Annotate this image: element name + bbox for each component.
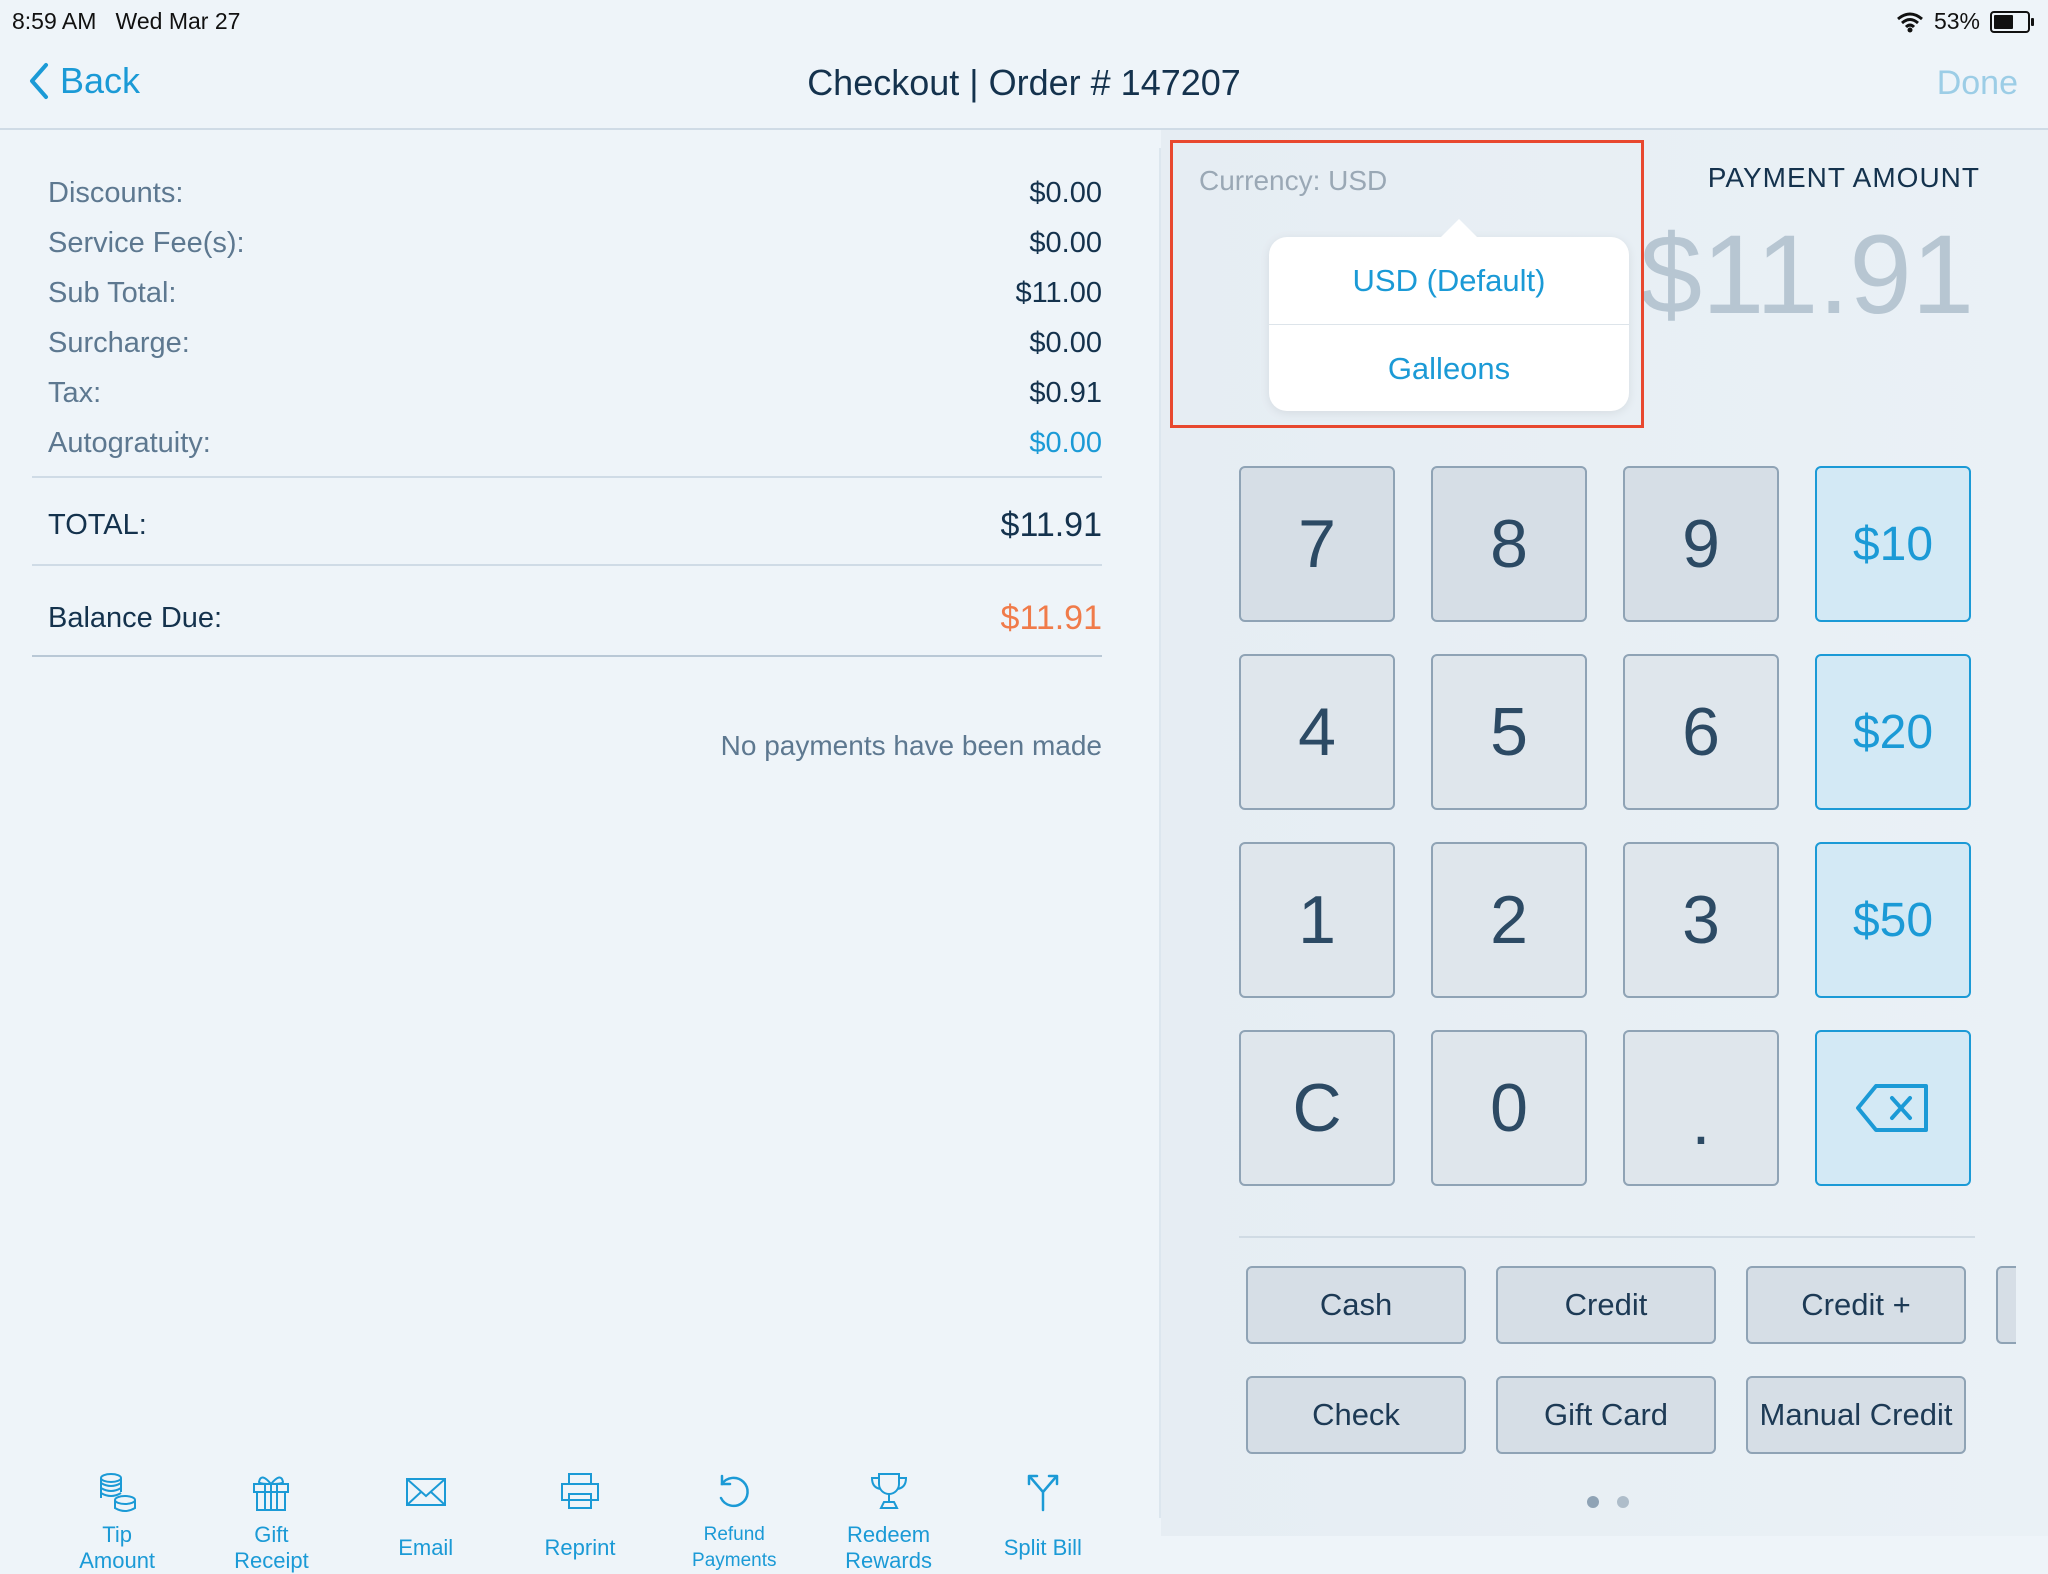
- refund-payments-button[interactable]: Refund Payments: [657, 1470, 811, 1574]
- summary-value: $0.00: [1029, 226, 1102, 259]
- check-button[interactable]: Check: [1246, 1376, 1466, 1454]
- summary-row-discounts: Discounts: $0.00: [48, 168, 1102, 218]
- credit-plus-button[interactable]: Credit +: [1746, 1266, 1966, 1344]
- currency-popover: USD (Default) Galleons: [1269, 219, 1629, 412]
- quick-amount-20-button[interactable]: $20: [1815, 654, 1971, 810]
- payment-amount-value: $11.91: [1639, 212, 1974, 337]
- backspace-button[interactable]: [1815, 1030, 1971, 1186]
- battery-percent: 53%: [1933, 8, 1980, 34]
- split-icon: [1027, 1474, 1059, 1512]
- key-0[interactable]: 0: [1431, 1030, 1587, 1186]
- summary-row-autogratuity[interactable]: Autogratuity: $0.00: [48, 418, 1102, 468]
- action-label: Email: [398, 1535, 454, 1560]
- key-2[interactable]: 2: [1431, 842, 1587, 998]
- page-indicator[interactable]: [1587, 1496, 1629, 1508]
- action-label: Gift Receipt: [234, 1522, 309, 1573]
- key-6[interactable]: 6: [1623, 654, 1779, 810]
- status-bar: 8:59 AM Wed Mar 27 53%: [0, 0, 2048, 40]
- status-right: 53%: [1896, 8, 2034, 35]
- action-bar: Tip Amount Gift Receipt Email Reprint Re…: [40, 1470, 1120, 1574]
- key-5[interactable]: 5: [1431, 654, 1587, 810]
- redeem-rewards-button[interactable]: Redeem Rewards: [811, 1470, 965, 1574]
- order-summary-panel: Discounts: $0.00 Service Fee(s): $0.00 Sub…: [0, 130, 1160, 1573]
- currency-selector[interactable]: Currency: USD USD (Default) Galleons: [1170, 140, 1644, 428]
- wifi-icon: [1896, 12, 1923, 32]
- no-payments-message: No payments have been made: [720, 730, 1102, 761]
- split-bill-button[interactable]: Split Bill: [966, 1470, 1120, 1574]
- summary-label: Autogratuity:: [48, 426, 211, 459]
- action-label: Redeem Rewards: [845, 1522, 932, 1573]
- status-time: 8:59 AM Wed Mar 27: [12, 8, 241, 34]
- payment-amount-label: PAYMENT AMOUNT: [1707, 162, 1980, 193]
- currency-label[interactable]: Currency: USD: [1199, 165, 1387, 197]
- action-label: Tip Amount: [79, 1522, 156, 1573]
- summary-label: Service Fee(s):: [48, 226, 245, 259]
- summary-value: $0.91: [1029, 376, 1102, 409]
- divider: [32, 655, 1102, 657]
- done-button[interactable]: Done: [1937, 64, 2018, 103]
- divider: [32, 564, 1102, 566]
- manual-credit-button[interactable]: Manual Credit: [1746, 1376, 1966, 1454]
- key-3[interactable]: 3: [1623, 842, 1779, 998]
- balance-value: $11.91: [1000, 598, 1102, 637]
- backspace-icon: [1856, 1084, 1928, 1132]
- page-title: Checkout | Order # 147207: [807, 62, 1241, 103]
- trophy-icon: [870, 1473, 907, 1509]
- key-decimal[interactable]: .: [1623, 1030, 1779, 1186]
- summary-label: Discounts:: [48, 176, 184, 209]
- summary-value: $0.00: [1029, 326, 1102, 359]
- summary-label: Sub Total:: [48, 276, 177, 309]
- page-dot[interactable]: [1587, 1496, 1599, 1508]
- divider: [1239, 1236, 1975, 1238]
- summary-label: Tax:: [48, 376, 102, 409]
- envelope-icon: [405, 1478, 446, 1506]
- summary-row-surcharge: Surcharge: $0.00: [48, 318, 1102, 368]
- key-8[interactable]: 8: [1431, 466, 1587, 622]
- printer-icon: [560, 1473, 599, 1509]
- page-dot[interactable]: [1617, 1496, 1629, 1508]
- key-4[interactable]: 4: [1239, 654, 1395, 810]
- currency-option-usd[interactable]: USD (Default): [1269, 237, 1629, 324]
- coins-icon: [100, 1473, 137, 1512]
- battery-icon: [1990, 10, 2034, 33]
- balance-label: Balance Due:: [48, 601, 223, 634]
- key-clear[interactable]: C: [1239, 1030, 1395, 1186]
- key-7[interactable]: 7: [1239, 466, 1395, 622]
- refund-icon: [720, 1474, 750, 1508]
- total-label: TOTAL:: [48, 508, 147, 541]
- gift-receipt-button[interactable]: Gift Receipt: [194, 1470, 348, 1574]
- summary-row-tax: Tax: $0.91: [48, 368, 1102, 418]
- total-row: TOTAL: $11.91: [48, 500, 1102, 550]
- autogratuity-value[interactable]: $0.00: [1029, 427, 1102, 460]
- gift-icon: [253, 1476, 290, 1511]
- reprint-button[interactable]: Reprint: [503, 1470, 657, 1574]
- summary-row-service-fees: Service Fee(s): $0.00: [48, 218, 1102, 268]
- summary-value: $11.00: [1015, 276, 1102, 309]
- more-payment-button-edge[interactable]: [1996, 1266, 2016, 1344]
- action-label: Refund Payments: [692, 1524, 777, 1571]
- tip-amount-button[interactable]: Tip Amount: [40, 1470, 194, 1574]
- summary-label: Surcharge:: [48, 326, 190, 359]
- credit-button[interactable]: Credit: [1496, 1266, 1716, 1344]
- email-button[interactable]: Email: [349, 1470, 503, 1574]
- summary-row-subtotal: Sub Total: $11.00: [48, 268, 1102, 318]
- key-1[interactable]: 1: [1239, 842, 1395, 998]
- divider: [32, 476, 1102, 478]
- currency-option-galleons[interactable]: Galleons: [1269, 324, 1629, 412]
- balance-row: Balance Due: $11.91: [48, 588, 1102, 648]
- quick-amount-50-button[interactable]: $50: [1815, 842, 1971, 998]
- action-label: Reprint: [544, 1535, 616, 1560]
- quick-amount-10-button[interactable]: $10: [1815, 466, 1971, 622]
- gift-card-button[interactable]: Gift Card: [1496, 1376, 1716, 1454]
- total-value: $11.91: [1000, 505, 1102, 544]
- key-9[interactable]: 9: [1623, 466, 1779, 622]
- nav-bar: Back Checkout | Order # 147207 Done: [0, 40, 2048, 130]
- action-label: Split Bill: [1003, 1535, 1082, 1560]
- cash-button[interactable]: Cash: [1246, 1266, 1466, 1344]
- summary-list: Discounts: $0.00 Service Fee(s): $0.00 Sub…: [48, 168, 1102, 468]
- summary-value: $0.00: [1029, 176, 1102, 209]
